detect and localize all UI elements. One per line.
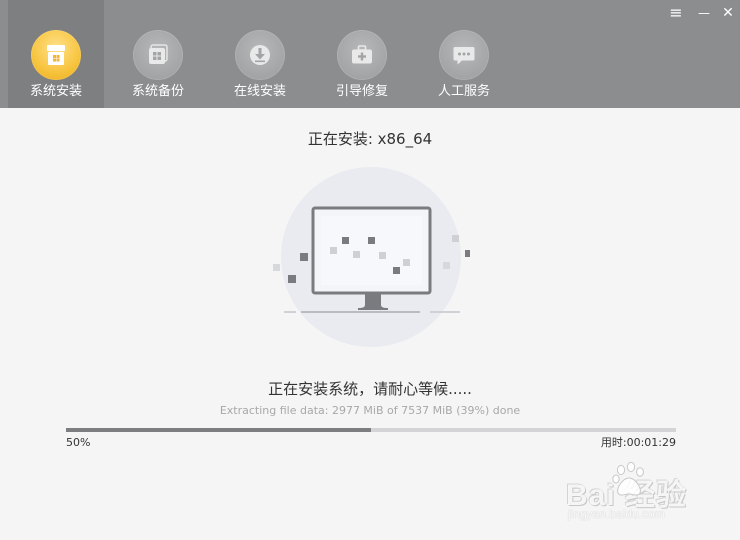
online-install-icon [250, 45, 270, 65]
nav-boot-repair[interactable]: 引导修复 [314, 0, 410, 108]
nav-support[interactable]: 人工服务 [416, 0, 512, 108]
system-backup-icon [149, 44, 168, 64]
progress-percent-label: 50% [66, 436, 91, 449]
install-status-text: 正在安装系统，请耐心等候..... [268, 380, 472, 398]
close-button[interactable]: ✕ [716, 2, 740, 24]
progress-fill [66, 428, 371, 432]
minimize-icon: — [698, 6, 710, 20]
nav-label: 人工服务 [437, 84, 490, 99]
nav-label: 在线安装 [233, 84, 286, 99]
installing-computer-illustration [273, 167, 470, 347]
minimize-button[interactable]: — [692, 2, 716, 24]
nav-label: 系统备份 [131, 84, 184, 99]
close-icon: ✕ [722, 5, 734, 21]
menu-button[interactable]: ≡ [664, 2, 688, 24]
nav-label: 引导修复 [335, 84, 388, 99]
install-progress-bar [66, 428, 676, 432]
extract-detail-text: Extracting file data: 2977 MiB of 7537 M… [219, 404, 521, 417]
menu-icon: ≡ [669, 3, 683, 22]
nav-online-install[interactable]: 在线安装 [212, 0, 308, 108]
install-title: 正在安装: x86_64 [307, 130, 433, 148]
nav-system-backup[interactable]: 系统备份 [110, 0, 206, 108]
elapsed-time-label: 用时:00:01:29 [600, 436, 676, 449]
baidu-paw-icon [612, 462, 644, 496]
baidu-jingyan-watermark: Bai 经验 [566, 462, 706, 512]
nav-label: 系统安装 [29, 84, 82, 99]
watermark-url: jingyan.baidu.com [568, 507, 665, 521]
nav-system-install[interactable]: 系统安装 [8, 0, 104, 108]
top-toolbar: ≡ — ✕ 系统安装 系统备份 在线安装 引导修复 人工服务 [0, 0, 740, 108]
system-install-icon [47, 45, 65, 65]
boot-repair-icon [352, 45, 372, 64]
support-chat-icon [453, 47, 475, 65]
